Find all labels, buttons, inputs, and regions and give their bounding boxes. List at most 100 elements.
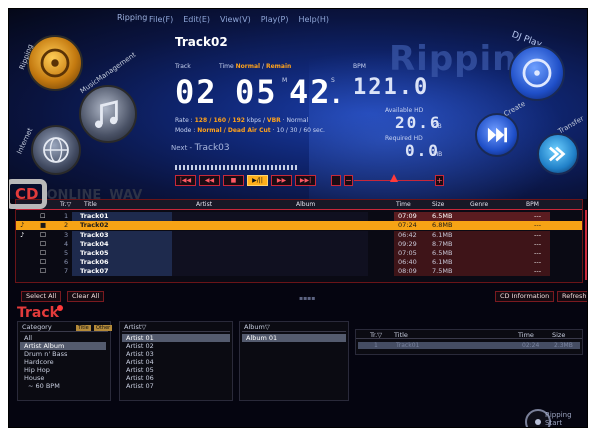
track-size: 6.5MB — [432, 249, 453, 257]
table-row[interactable]: ☐ 7 Track07 08:09 7.5MB --- — [16, 267, 582, 276]
lib-col-time[interactable]: Time — [518, 331, 534, 339]
track-num: 3 — [64, 231, 69, 239]
track-num: 6 — [64, 258, 69, 266]
refresh-button[interactable]: Refresh — [557, 291, 587, 302]
col-artist[interactable]: Artist — [196, 201, 212, 208]
artist-item[interactable]: Artist 05 — [126, 366, 154, 374]
col-time[interactable]: Time — [396, 201, 411, 208]
select-all-button[interactable]: Select All — [21, 291, 62, 302]
rate-vbr[interactable]: VBR — [267, 117, 281, 124]
tag-other-button[interactable]: Other — [94, 325, 113, 331]
category-item[interactable]: Hardcore — [24, 358, 54, 366]
table-row[interactable]: ☐ 5 Track05 07:05 6.5MB --- — [16, 249, 582, 258]
table-row-selected[interactable]: ♪ ■ 2 Track02 07:24 6.8MB --- — [16, 221, 582, 230]
checkbox[interactable]: ☐ — [40, 240, 46, 249]
checkbox[interactable]: ☐ — [40, 249, 46, 258]
checkbox[interactable]: ☐ — [40, 231, 46, 240]
minutes-unit: M — [282, 77, 288, 84]
lib-col-tr[interactable]: Tr.▽ — [370, 331, 382, 339]
category-item[interactable]: Drum n' Bass — [24, 350, 67, 358]
table-scrollbar[interactable] — [585, 210, 587, 280]
menu-file[interactable]: File(F) — [147, 15, 175, 29]
application-window: Ripping File(F) Edit(E) View(V) Play(P) … — [8, 8, 588, 428]
track-bpm: --- — [534, 267, 542, 275]
album-item-selected[interactable]: Album 01 — [246, 334, 277, 342]
rate-values[interactable]: 128 / 160 / 192 — [195, 117, 245, 124]
checkbox-checked[interactable]: ■ — [40, 221, 46, 230]
dj-play-nav-button[interactable] — [509, 45, 565, 101]
track-title: Track05 — [80, 249, 109, 257]
artist-item[interactable]: Artist 06 — [126, 374, 154, 382]
category-item[interactable]: All — [24, 334, 32, 342]
time-mode-normal[interactable]: Normal — [236, 63, 260, 70]
previous-track-button[interactable]: |◀◀ — [175, 175, 196, 186]
menu-edit[interactable]: Edit(E) — [181, 15, 212, 29]
speaker-icon[interactable] — [331, 175, 341, 186]
artist-item[interactable]: Artist 07 — [126, 382, 154, 390]
ripping-nav-button[interactable] — [27, 35, 83, 91]
mode-normal[interactable]: Normal — [197, 127, 221, 134]
category-item[interactable]: House — [24, 374, 44, 382]
category-item[interactable]: ~ 60 BPM — [28, 382, 60, 390]
table-row[interactable]: ♪ ☐ 3 Track03 06:42 6.1MB --- — [16, 231, 582, 240]
track-num: 5 — [64, 249, 69, 257]
fast-forward-button[interactable]: ▶▶ — [271, 175, 292, 186]
current-track-name: Track02 — [175, 35, 228, 49]
lib-col-size[interactable]: Size — [552, 331, 565, 339]
clear-all-button[interactable]: Clear All — [67, 291, 105, 302]
artist-header-row: Artist▽ — [122, 323, 230, 332]
internet-nav-button[interactable] — [31, 125, 81, 175]
time-seconds-display: 42 — [289, 73, 332, 111]
tag-title-button[interactable]: Title — [76, 325, 91, 331]
table-row[interactable]: ☐ 6 Track06 06:40 6.1MB --- — [16, 258, 582, 267]
col-bpm[interactable]: BPM — [526, 201, 539, 208]
next-track-button[interactable]: ▶▶| — [295, 175, 316, 186]
time-mode-remain[interactable]: Remain — [266, 63, 291, 70]
checkbox[interactable]: ☐ — [40, 258, 46, 267]
artist-item[interactable]: Artist 02 — [126, 342, 154, 350]
tab-online[interactable]: ONLINE — [46, 188, 101, 203]
artist-item[interactable]: Artist 04 — [126, 358, 154, 366]
col-album[interactable]: Album — [296, 201, 315, 208]
lib-col-title[interactable]: Title — [394, 331, 408, 339]
transfer-nav-button[interactable] — [537, 133, 579, 175]
checkbox[interactable]: ☐ — [40, 267, 46, 276]
play-pause-button[interactable]: ▶/|| — [247, 175, 268, 186]
artist-item-selected[interactable]: Artist 01 — [126, 334, 154, 342]
menu-help[interactable]: Help(H) — [296, 15, 331, 29]
track-num: 7 — [64, 267, 69, 275]
tab-wav[interactable]: WAV — [109, 188, 142, 203]
create-nav-button[interactable] — [475, 113, 519, 157]
rewind-button[interactable]: ◀◀ — [199, 175, 220, 186]
resize-grip[interactable]: ▪▪▪▪ — [299, 295, 315, 302]
library-heading: Track — [17, 305, 59, 321]
ripping-start-button[interactable]: Ripping Start — [545, 411, 587, 427]
music-management-nav-button[interactable] — [79, 85, 137, 143]
artist-header[interactable]: Artist▽ — [124, 323, 146, 331]
album-header[interactable]: Album▽ — [244, 323, 270, 331]
category-item[interactable]: Hip Hop — [24, 366, 50, 374]
mode-dead-air[interactable]: / Dead Air Cut — [224, 127, 271, 134]
category-item-selected[interactable]: Artist Album — [24, 342, 64, 350]
music-note-icon — [94, 100, 118, 128]
checkbox[interactable]: ☐ — [40, 212, 45, 221]
menu-view[interactable]: View(V) — [218, 15, 253, 29]
library-track-row[interactable]: 1 Track01 02:24 2.3MB — [358, 342, 580, 349]
volume-up-button[interactable]: + — [435, 175, 444, 186]
col-genre[interactable]: Genre — [470, 201, 488, 208]
col-size[interactable]: Size — [432, 201, 444, 208]
table-row[interactable]: ☐ 4 Track04 09:29 8.7MB --- — [16, 240, 582, 249]
volume-slider-knob[interactable] — [390, 174, 398, 182]
track-size: 6.8MB — [432, 221, 453, 229]
track-title: Track04 — [80, 240, 109, 248]
album-panel: Album▽ Album 01 — [239, 321, 349, 401]
playback-position-bar[interactable] — [175, 165, 299, 170]
artist-panel: Artist▽ Artist 01 Artist 02 Artist 03 Ar… — [119, 321, 233, 401]
volume-down-button[interactable]: − — [344, 175, 353, 186]
track-size: 6.5MB — [432, 212, 453, 220]
menu-play[interactable]: Play(P) — [259, 15, 291, 29]
artist-item[interactable]: Artist 03 — [126, 350, 154, 358]
stop-button[interactable]: ■ — [223, 175, 244, 186]
cd-information-button[interactable]: CD Information — [495, 291, 555, 302]
table-row[interactable]: ☐ 1 Track01 07:09 6.5MB --- — [16, 212, 582, 221]
